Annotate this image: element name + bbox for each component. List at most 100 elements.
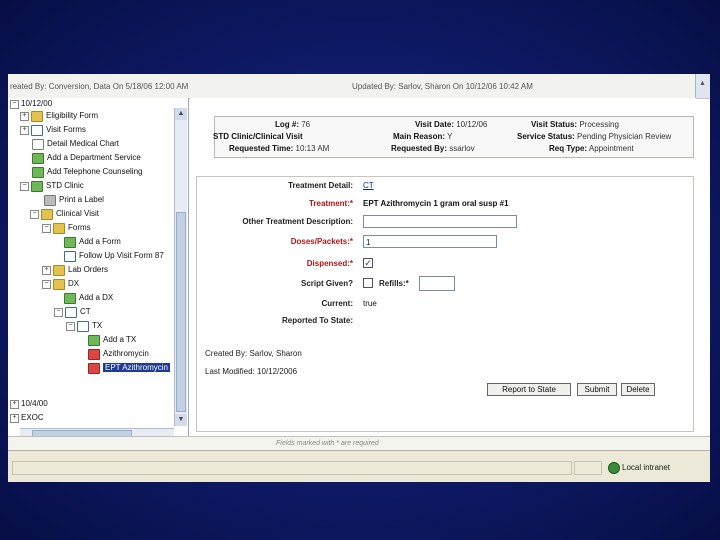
- dispensed-checkbox[interactable]: ✓: [363, 258, 373, 268]
- folder-icon: [53, 264, 65, 276]
- expand-toggle[interactable]: +: [42, 265, 51, 275]
- delete-button[interactable]: Delete: [621, 383, 655, 396]
- folder-icon: [41, 208, 53, 220]
- status-cell-main: [12, 461, 572, 475]
- document-icon: [32, 138, 44, 150]
- scroll-up-arrow-icon[interactable]: ▲: [175, 108, 187, 120]
- reported-to-state-label: Reported To State:: [282, 316, 353, 325]
- tree-node-forms[interactable]: − Forms: [42, 222, 91, 234]
- treatment-label: Treatment:*: [308, 199, 353, 208]
- tree-vertical-scrollbar[interactable]: ▲ ▼: [174, 108, 187, 426]
- collapse-toggle[interactable]: −: [20, 181, 29, 191]
- add-icon: [32, 152, 44, 164]
- tree-node-eligibility-form[interactable]: + Eligibility Form: [20, 110, 98, 122]
- tree-node-print-label[interactable]: Print a Label: [44, 194, 104, 206]
- printer-icon: [44, 194, 56, 206]
- navigation-tree: −10/12/00 + Eligibility Form + Visit Forms…: [8, 98, 189, 439]
- add-icon: [32, 166, 44, 178]
- folder-icon: [31, 110, 43, 122]
- requested-time: Requested Time: 10:13 AM: [229, 144, 330, 153]
- collapse-toggle[interactable]: −: [54, 307, 63, 317]
- log-number: Log #: 76: [275, 120, 311, 129]
- collapse-toggle[interactable]: −: [42, 223, 51, 233]
- tree-node-azithromycin[interactable]: Azithromycin: [88, 348, 149, 360]
- collapse-toggle[interactable]: −: [66, 321, 75, 331]
- required-fields-note: Fields marked with * are required: [276, 440, 379, 447]
- tree-node-dx[interactable]: − DX: [42, 278, 79, 290]
- clinic-icon: [31, 180, 43, 192]
- doses-packets-input[interactable]: 1: [363, 235, 497, 248]
- tree-node-add-tx[interactable]: Add a TX: [88, 334, 136, 346]
- current-value: true: [363, 299, 377, 308]
- service-status: Service Status: Pending Physician Review: [517, 132, 672, 141]
- refills-label: Refills:*: [379, 279, 409, 288]
- tree-node-follow-up-visit-form[interactable]: Follow Up Visit Form 87: [64, 250, 164, 262]
- form-check-icon: [64, 250, 76, 262]
- created-by-footer: Created By: Sarlov, Sharon: [205, 349, 302, 358]
- security-zone-label: Local intranet: [622, 463, 671, 472]
- treatment-value: EPT Azithromycin 1 gram oral susp #1: [363, 199, 509, 208]
- treatment-form: Treatment Detail: CT Treatment:* EPT Azi…: [196, 176, 694, 432]
- status-cell-lock: [574, 461, 602, 475]
- form-check-icon: [31, 124, 43, 136]
- created-by-text: reated By: Conversion, Data On 5/18/06 1…: [10, 82, 189, 91]
- refills-input[interactable]: [419, 276, 455, 291]
- tree-node-tx[interactable]: − TX: [66, 320, 102, 332]
- other-treatment-description-label: Other Treatment Description:: [242, 217, 353, 226]
- script-given-label: Script Given?: [300, 279, 353, 288]
- app-screenshot: reated By: Conversion, Data On 5/18/06 1…: [8, 74, 710, 482]
- add-icon: [64, 236, 76, 248]
- main-reason: Main Reason: Y: [393, 132, 453, 141]
- current-label: Current:: [321, 299, 353, 308]
- form-check-icon: [77, 320, 89, 332]
- dispensed-label: Dispensed:*: [306, 259, 353, 268]
- tree-node-visit-forms[interactable]: + Visit Forms: [20, 124, 86, 136]
- tree-node-add-dx[interactable]: Add a DX: [64, 292, 113, 304]
- expand-toggle[interactable]: +: [20, 125, 29, 135]
- tree-node-root[interactable]: −10/12/00: [10, 98, 52, 110]
- tree-node-ept-azithromycin-selected[interactable]: EPT Azithromycin: [88, 362, 170, 374]
- tree-node-prior-visit[interactable]: +10/4/00: [10, 398, 48, 410]
- tree-node-detail-medical-chart[interactable]: Detail Medical Chart: [32, 138, 119, 150]
- last-modified-footer: Last Modified: 10/12/2006: [205, 367, 298, 376]
- doses-packets-label: Doses/Packets:*: [290, 237, 353, 246]
- intranet-zone-icon: [608, 462, 620, 474]
- expand-toggle[interactable]: +: [10, 399, 19, 409]
- tree-node-ct[interactable]: − CT: [54, 306, 91, 318]
- medication-icon: [88, 362, 100, 374]
- collapse-toggle[interactable]: −: [42, 279, 51, 289]
- report-to-state-button[interactable]: Report to State: [487, 383, 571, 396]
- treatment-detail-link[interactable]: CT: [363, 181, 374, 190]
- treatment-detail-label: Treatment Detail:: [288, 181, 353, 190]
- requested-by: Requested By: ssarlov: [391, 144, 475, 153]
- other-treatment-description-input[interactable]: [363, 215, 517, 228]
- script-given-checkbox[interactable]: [363, 278, 373, 288]
- form-check-icon: [65, 306, 77, 318]
- tree-node-add-telephone-counseling[interactable]: Add Telephone Counseling: [32, 166, 142, 178]
- header-strip: reated By: Conversion, Data On 5/18/06 1…: [8, 74, 710, 99]
- tree-node-lab-orders[interactable]: + Lab Orders: [42, 264, 108, 276]
- request-type: Req Type: Appointment: [549, 144, 634, 153]
- submit-button[interactable]: Submit: [577, 383, 617, 396]
- tree-node-add-department-service[interactable]: Add a Department Service: [32, 152, 141, 164]
- page-scroll-up-button[interactable]: [695, 74, 710, 98]
- tree-node-add-form[interactable]: Add a Form: [64, 236, 121, 248]
- visit-summary-box: Log #: 76 Visit Date: 10/12/06 Visit Sta…: [213, 116, 694, 158]
- visit-status: Visit Status: Processing: [531, 120, 619, 129]
- add-icon: [64, 292, 76, 304]
- updated-by-text: Updated By: Sarlov, Sharon On 10/12/06 1…: [352, 82, 533, 91]
- scroll-thumb[interactable]: [176, 212, 186, 412]
- collapse-toggle[interactable]: −: [10, 99, 19, 109]
- expand-toggle[interactable]: +: [10, 413, 19, 423]
- scroll-down-arrow-icon[interactable]: ▼: [175, 414, 187, 426]
- expand-toggle[interactable]: +: [20, 111, 29, 121]
- clinic-visit-title: STD Clinic/Clinical Visit: [213, 132, 303, 141]
- folder-icon: [53, 222, 65, 234]
- collapse-toggle[interactable]: −: [30, 209, 39, 219]
- required-fields-note-bar: Fields marked with * are required: [8, 436, 710, 451]
- tree-node-std-clinic[interactable]: − STD Clinic: [20, 180, 84, 192]
- tree-node-clinical-visit[interactable]: − Clinical Visit: [30, 208, 99, 220]
- detail-panel: Log #: 76 Visit Date: 10/12/06 Visit Sta…: [190, 98, 696, 436]
- folder-icon: [53, 278, 65, 290]
- tree-node-exoc[interactable]: + EXOC: [10, 412, 44, 424]
